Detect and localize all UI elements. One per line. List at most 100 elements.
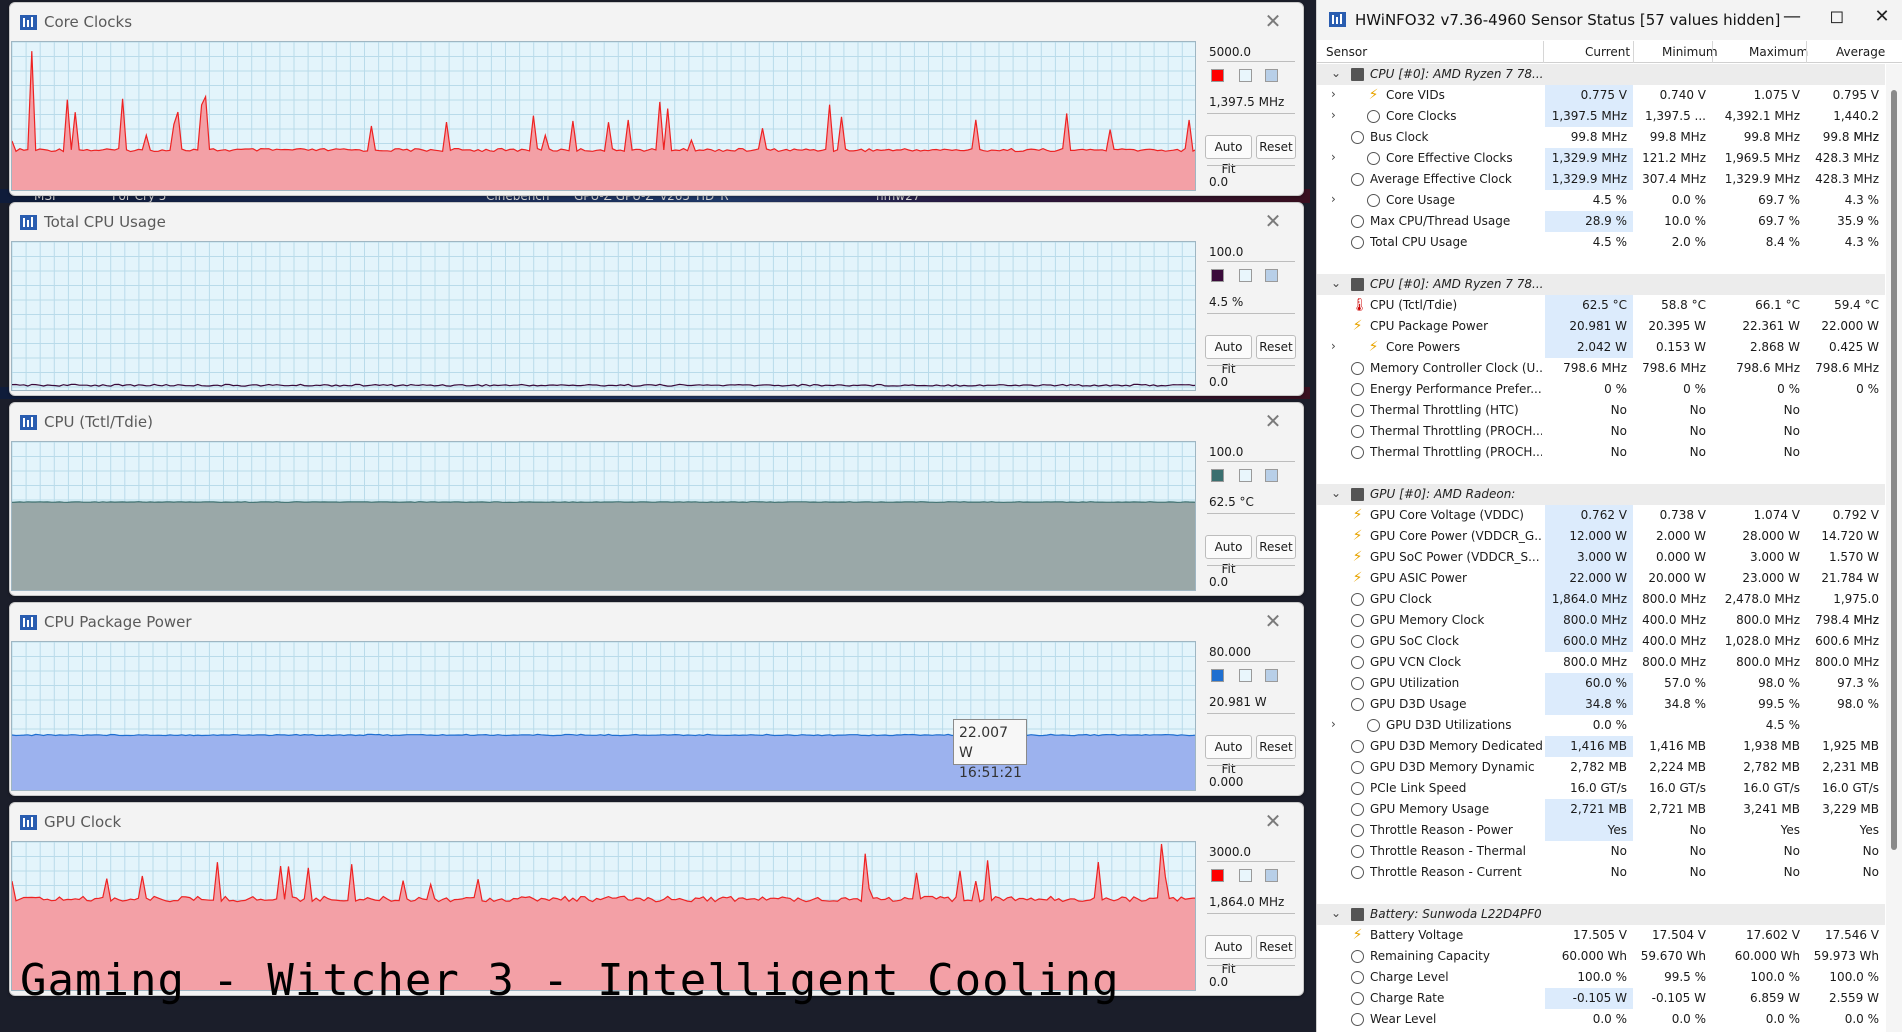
column-minimum[interactable]: Minimum xyxy=(1662,45,1718,59)
graph-titlebar[interactable]: GPU Clock ✕ xyxy=(10,803,1303,841)
expand-chevron-icon[interactable]: › xyxy=(1331,192,1343,206)
maximize-icon[interactable]: ◻ xyxy=(1822,6,1852,27)
hwinfo-titlebar[interactable]: HWiNFO32 v7.36-4960 Sensor Status [57 va… xyxy=(1317,0,1902,40)
sensor-row[interactable]: ⚡ GPU SoC Power (VDDCR_S... 3.000 W 0.00… xyxy=(1317,547,1885,568)
graph-window[interactable]: CPU Package Power ✕ 80.000 20.981 W Auto… xyxy=(9,602,1304,796)
color-swatch[interactable] xyxy=(1265,869,1278,882)
sensor-row[interactable]: Wear Level 0.0 % 0.0 % 0.0 % 0.0 % xyxy=(1317,1009,1885,1030)
sensor-row[interactable]: ⚡ GPU Core Voltage (VDDC) 0.762 V 0.738 … xyxy=(1317,505,1885,526)
scrollbar[interactable] xyxy=(1886,64,1902,1032)
color-swatch[interactable] xyxy=(1211,869,1224,882)
sensor-group-header[interactable]: ⌄ CPU [#0]: AMD Ryzen 7 78... xyxy=(1317,274,1885,295)
sensor-row[interactable]: GPU Utilization 60.0 % 57.0 % 98.0 % 97.… xyxy=(1317,673,1885,694)
sensor-row[interactable]: Throttle Reason - Power Yes No Yes Yes xyxy=(1317,820,1885,841)
expand-chevron-icon[interactable]: › xyxy=(1331,150,1343,164)
collapse-chevron-icon[interactable]: ⌄ xyxy=(1331,66,1343,80)
color-swatch[interactable] xyxy=(1239,669,1252,682)
sensor-row[interactable]: ⚡ GPU ASIC Power 22.000 W 20.000 W 23.00… xyxy=(1317,568,1885,589)
graph-titlebar[interactable]: Total CPU Usage ✕ xyxy=(10,203,1303,241)
sensor-row[interactable]: Max CPU/Thread Usage 28.9 % 10.0 % 69.7 … xyxy=(1317,211,1885,232)
color-swatch[interactable] xyxy=(1211,269,1224,282)
graph-window[interactable]: Total CPU Usage ✕ 100.0 4.5 % Auto Fit R… xyxy=(9,202,1304,396)
sensor-row[interactable]: › Core Effective Clocks 1,329.9 MHz 121.… xyxy=(1317,148,1885,169)
sensor-row[interactable]: Thermal Throttling (PROCH... No No No xyxy=(1317,442,1885,463)
sensor-row[interactable]: Throttle Reason - Current No No No No xyxy=(1317,862,1885,883)
graph-window[interactable]: CPU (Tctl/Tdie) ✕ 100.0 62.5 °C Auto Fit… xyxy=(9,402,1304,596)
sensor-row[interactable]: Thermal Throttling (HTC) No No No xyxy=(1317,400,1885,421)
sensor-row[interactable]: Thermal Throttling (PROCH... No No No xyxy=(1317,421,1885,442)
sensor-row[interactable]: › Core Usage 4.5 % 0.0 % 69.7 % 4.3 % xyxy=(1317,190,1885,211)
sensor-row[interactable]: Charge Rate -0.105 W -0.105 W 6.859 W 2.… xyxy=(1317,988,1885,1009)
close-icon[interactable]: ✕ xyxy=(1261,209,1285,233)
close-icon[interactable]: ✕ xyxy=(1867,6,1897,27)
reset-button[interactable]: Reset xyxy=(1256,335,1296,359)
color-swatch[interactable] xyxy=(1265,269,1278,282)
color-swatch[interactable] xyxy=(1239,269,1252,282)
column-sensor[interactable]: Sensor xyxy=(1326,45,1367,59)
sensor-row[interactable]: › ⚡ Core VIDs 0.775 V 0.740 V 1.075 V 0.… xyxy=(1317,85,1885,106)
sensor-row[interactable]: GPU Memory Clock 800.0 MHz 400.0 MHz 800… xyxy=(1317,610,1885,631)
graph-titlebar[interactable]: Core Clocks ✕ xyxy=(10,3,1303,41)
sensor-row[interactable]: GPU SoC Clock 600.0 MHz 400.0 MHz 1,028.… xyxy=(1317,631,1885,652)
sensor-row[interactable]: Throttle Reason - Thermal No No No No xyxy=(1317,841,1885,862)
color-swatch[interactable] xyxy=(1239,869,1252,882)
sensor-group-header[interactable]: ⌄ Battery: Sunwoda L22D4PF0 xyxy=(1317,904,1885,925)
sensor-row[interactable]: Total CPU Usage 4.5 % 2.0 % 8.4 % 4.3 % xyxy=(1317,232,1885,253)
sensor-row[interactable]: Charge Level 100.0 % 99.5 % 100.0 % 100.… xyxy=(1317,967,1885,988)
auto-fit-button[interactable]: Auto Fit xyxy=(1205,935,1252,976)
collapse-chevron-icon[interactable]: ⌄ xyxy=(1331,906,1343,920)
color-swatch[interactable] xyxy=(1239,69,1252,82)
sensor-row[interactable]: PCIe Link Speed 16.0 GT/s 16.0 GT/s 16.0… xyxy=(1317,778,1885,799)
color-swatch[interactable] xyxy=(1265,669,1278,682)
sensor-row[interactable]: ⚡ Battery Voltage 17.505 V 17.504 V 17.6… xyxy=(1317,925,1885,946)
close-icon[interactable]: ✕ xyxy=(1261,9,1285,33)
column-average[interactable]: Average xyxy=(1836,45,1885,59)
sensor-row[interactable]: GPU VCN Clock 800.0 MHz 800.0 MHz 800.0 … xyxy=(1317,652,1885,673)
reset-button[interactable]: Reset xyxy=(1256,735,1296,759)
sensor-row[interactable]: ⚡ CPU Package Power 20.981 W 20.395 W 22… xyxy=(1317,316,1885,337)
auto-fit-button[interactable]: Auto Fit xyxy=(1205,535,1252,576)
graph-window[interactable]: Core Clocks ✕ 5000.0 1,397.5 MHz Auto Fi… xyxy=(9,2,1304,196)
graph-titlebar[interactable]: CPU (Tctl/Tdie) ✕ xyxy=(10,403,1303,441)
auto-fit-button[interactable]: Auto Fit xyxy=(1205,135,1252,176)
sensor-row[interactable]: GPU D3D Memory Dedicated 1,416 MB 1,416 … xyxy=(1317,736,1885,757)
expand-chevron-icon[interactable]: › xyxy=(1331,717,1343,731)
sensor-group-header[interactable]: ⌄ CPU [#0]: AMD Ryzen 7 78... xyxy=(1317,64,1885,85)
sensor-row[interactable]: Remaining Capacity 60.000 Wh 59.670 Wh 6… xyxy=(1317,946,1885,967)
color-swatch[interactable] xyxy=(1211,469,1224,482)
reset-button[interactable]: Reset xyxy=(1256,935,1296,959)
expand-chevron-icon[interactable]: › xyxy=(1331,339,1343,353)
color-swatch[interactable] xyxy=(1239,469,1252,482)
reset-button[interactable]: Reset xyxy=(1256,535,1296,559)
sensor-group-header[interactable]: ⌄ GPU [#0]: AMD Radeon: xyxy=(1317,484,1885,505)
column-current[interactable]: Current xyxy=(1585,45,1630,59)
sensor-row[interactable]: Bus Clock 99.8 MHz 99.8 MHz 99.8 MHz 99.… xyxy=(1317,127,1885,148)
color-swatch[interactable] xyxy=(1211,669,1224,682)
sensor-row[interactable]: GPU D3D Memory Dynamic 2,782 MB 2,224 MB… xyxy=(1317,757,1885,778)
graph-titlebar[interactable]: CPU Package Power ✕ xyxy=(10,603,1303,641)
sensor-row[interactable]: 🌡 CPU (Tctl/Tdie) 62.5 °C 58.8 °C 66.1 °… xyxy=(1317,295,1885,316)
color-swatch[interactable] xyxy=(1265,469,1278,482)
collapse-chevron-icon[interactable]: ⌄ xyxy=(1331,486,1343,500)
reset-button[interactable]: Reset xyxy=(1256,135,1296,159)
close-icon[interactable]: ✕ xyxy=(1261,609,1285,633)
sensor-row[interactable]: GPU D3D Usage 34.8 % 34.8 % 99.5 % 98.0 … xyxy=(1317,694,1885,715)
close-icon[interactable]: ✕ xyxy=(1261,409,1285,433)
sensor-row[interactable]: › GPU D3D Utilizations 0.0 % 4.5 % xyxy=(1317,715,1885,736)
sensor-row[interactable]: ⚡ GPU Core Power (VDDCR_G... 12.000 W 2.… xyxy=(1317,526,1885,547)
close-icon[interactable]: ✕ xyxy=(1261,809,1285,833)
color-swatch[interactable] xyxy=(1211,69,1224,82)
collapse-chevron-icon[interactable]: ⌄ xyxy=(1331,276,1343,290)
minimize-icon[interactable]: — xyxy=(1777,6,1807,27)
column-maximum[interactable]: Maximum xyxy=(1749,45,1808,59)
sensor-row[interactable]: GPU Clock 1,864.0 MHz 800.0 MHz 2,478.0 … xyxy=(1317,589,1885,627)
sensor-row[interactable]: GPU Memory Usage 2,721 MB 2,721 MB 3,241… xyxy=(1317,799,1885,820)
sensor-row[interactable]: Average Effective Clock 1,329.9 MHz 307.… xyxy=(1317,169,1885,190)
sensor-row[interactable]: Energy Performance Prefer... 0 % 0 % 0 %… xyxy=(1317,379,1885,400)
auto-fit-button[interactable]: Auto Fit xyxy=(1205,335,1252,376)
sensor-row[interactable]: › ⚡ Core Powers 2.042 W 0.153 W 2.868 W … xyxy=(1317,337,1885,358)
expand-chevron-icon[interactable]: › xyxy=(1331,87,1343,101)
auto-fit-button[interactable]: Auto Fit xyxy=(1205,735,1252,776)
expand-chevron-icon[interactable]: › xyxy=(1331,108,1343,122)
sensor-row[interactable]: Memory Controller Clock (U... 798.6 MHz … xyxy=(1317,358,1885,379)
